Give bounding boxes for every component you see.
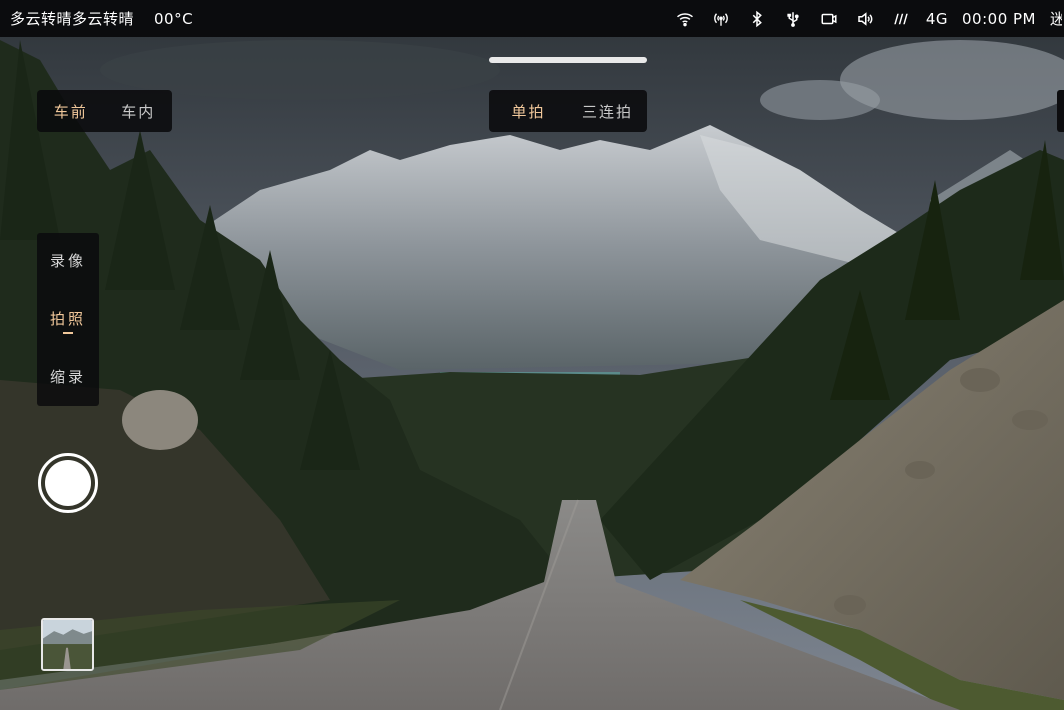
right-panel-tab[interactable] [1057,90,1064,132]
triple-shot-option[interactable]: 三连拍 [568,101,647,122]
shutter-button[interactable] [38,453,98,513]
weather-text: 多云转晴多云转晴 [10,10,135,28]
capture-mode-rail: 录像 拍照 缩录 [37,233,99,406]
gallery-thumbnail[interactable] [41,618,94,671]
network-type: 4G [925,9,949,28]
volume-icon [854,8,876,30]
pull-down-handle[interactable] [489,57,647,63]
shot-mode-switch: 单拍 三连拍 [489,90,647,132]
usb-icon [782,8,804,30]
camera-front-option[interactable]: 车前 [37,101,105,122]
bluetooth-icon [746,8,768,30]
hotspot-icon [710,8,732,30]
mode-selected-indicator [63,332,73,334]
shutter-inner [45,460,91,506]
wifi-icon [674,8,696,30]
mode-video[interactable]: 录像 [37,250,99,271]
mode-photo[interactable]: 拍照 [37,308,99,329]
camera-switch: 车前 车内 [37,90,172,132]
thumbnail-image [43,620,92,669]
mode-timelapse[interactable]: 缩录 [37,366,99,387]
signal-icon [890,8,912,30]
single-shot-option[interactable]: 单拍 [489,101,568,122]
clock-time: 00:00 PM [962,9,1036,28]
temperature-text: 00°C [154,9,194,28]
truncated-status-text: 迷 [1050,10,1062,28]
camera-inside-option[interactable]: 车内 [105,101,173,122]
dashcam-icon [818,8,840,30]
status-bar: 多云转晴多云转晴 00°C 4G 00:00 PM 迷 [0,0,1064,37]
